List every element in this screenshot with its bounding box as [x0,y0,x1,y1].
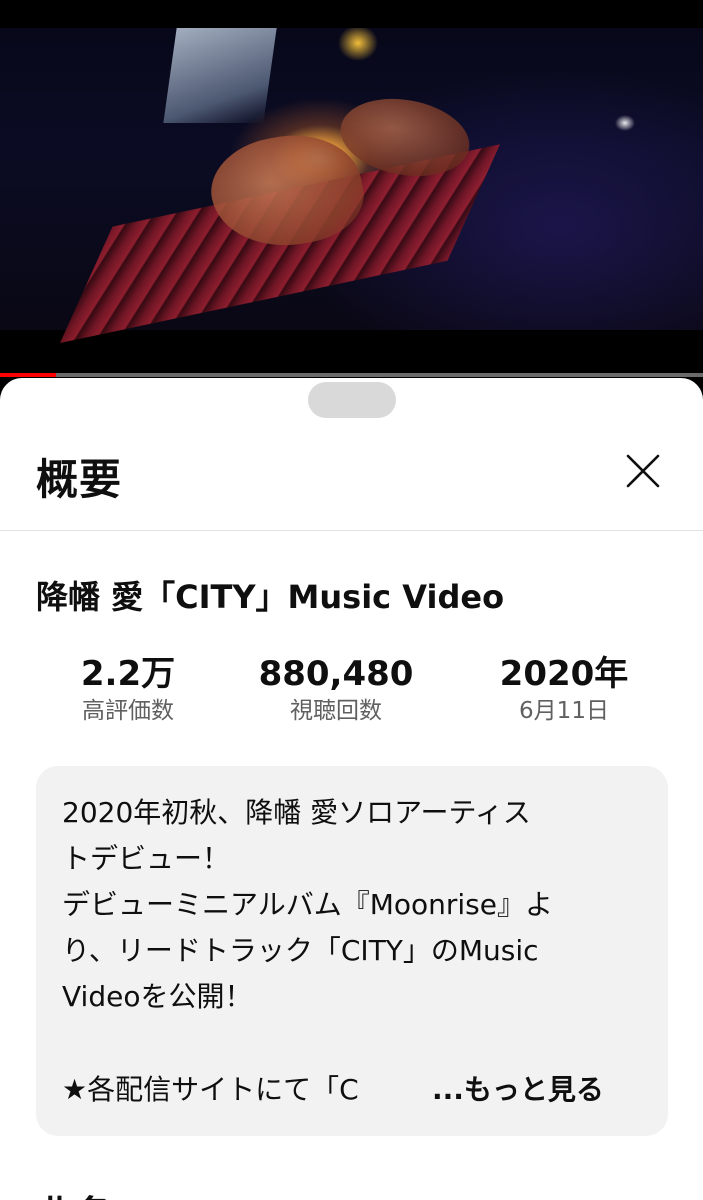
views-count: 880,480 [258,654,414,694]
video-progress-bar[interactable] [0,373,703,377]
video-progress-fill [0,373,57,377]
publish-date-stat: 2020年 6月11日 [484,654,644,728]
video-scene-sleeve [163,28,277,123]
description-panel: 概要 降幡 愛「CITY」Music Video 2.2万 高評価数 880,4… [0,378,703,1200]
views-stat: 880,480 視聴回数 [246,654,426,728]
description-truncated-line: ★各配信サイトにて「C [62,1073,359,1106]
video-title: 降幡 愛「CITY」Music Video [36,578,505,616]
close-icon [626,454,660,488]
close-button[interactable] [620,448,666,494]
views-label: 視聴回数 [290,698,382,724]
likes-count: 2.2万 [80,654,176,694]
video-player[interactable] [0,0,703,378]
divider [0,530,703,531]
panel-title: 概要 [36,455,123,504]
publish-year: 2020年 [499,654,629,694]
likes-label: 高評価数 [82,698,174,724]
publish-date: 6月11日 [519,698,609,724]
show-more-link[interactable]: ...もっと見る [428,1067,604,1113]
description-box[interactable]: 2020年初秋、降幡 愛ソロアーティス トデビュー！ デビューミニアルバム『Mo… [36,766,668,1136]
likes-stat: 2.2万 高評価数 [58,654,198,728]
description-text: 2020年初秋、降幡 愛ソロアーティス トデビュー！ デビューミニアルバム『Mo… [62,796,553,1013]
section-heading-song: 曲名 [36,1184,112,1200]
video-stats: 2.2万 高評価数 880,480 視聴回数 2020年 6月11日 [36,654,666,734]
video-frame[interactable] [0,28,703,343]
drag-handle[interactable] [308,382,396,418]
